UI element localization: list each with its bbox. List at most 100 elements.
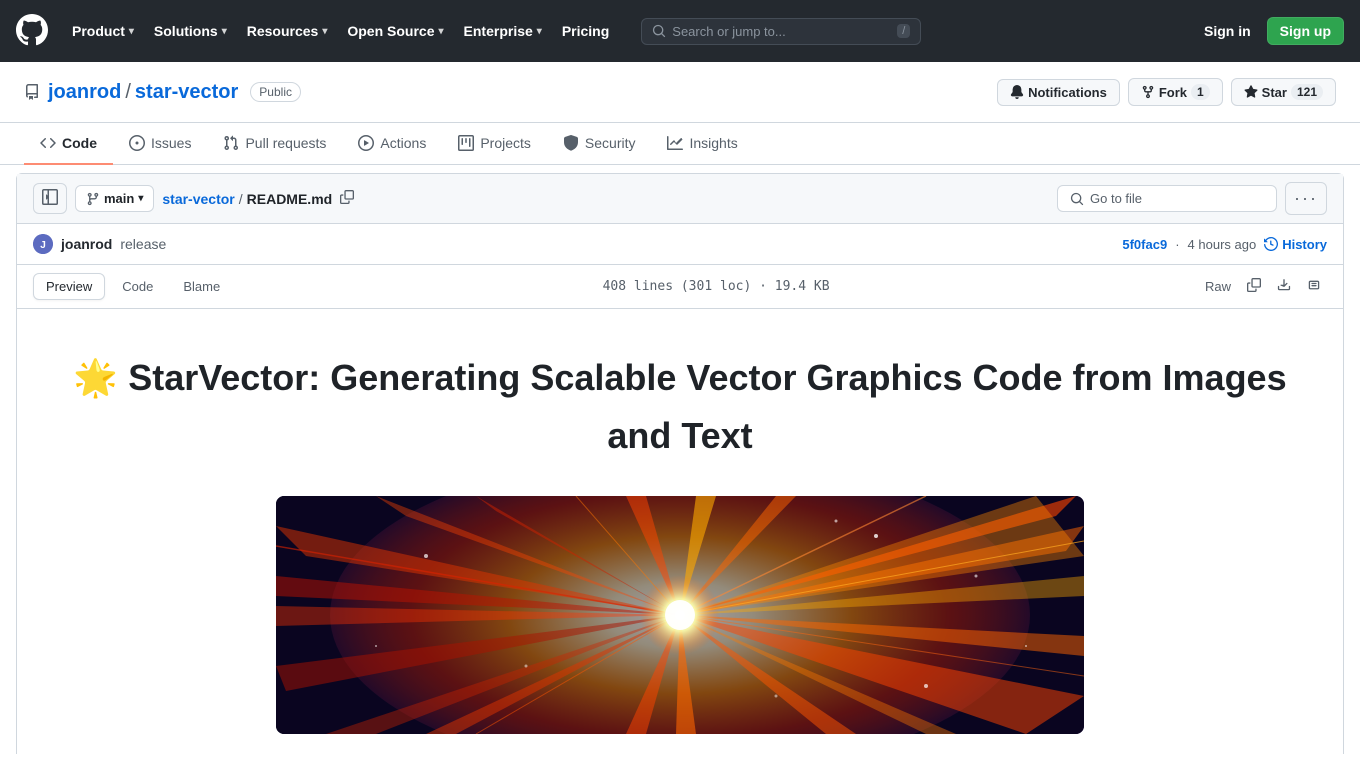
tab-security-label: Security <box>585 135 636 151</box>
tab-insights-label: Insights <box>689 135 737 151</box>
star-label: Star <box>1262 85 1287 100</box>
repo-visibility-badge: Public <box>250 82 301 102</box>
breadcrumb: joanrod / star-vector Public <box>24 81 301 104</box>
search-container[interactable]: Search or jump to... / <box>641 18 921 45</box>
history-label: History <box>1282 237 1327 252</box>
notifications-button[interactable]: Notifications <box>997 79 1120 106</box>
go-to-file-container[interactable]: Go to file <box>1057 185 1277 212</box>
branch-selector[interactable]: main ▾ <box>75 185 154 212</box>
nav-pricing-label: Pricing <box>562 23 609 39</box>
sidebar-icon <box>42 189 58 205</box>
nav-product-label: Product <box>72 23 125 39</box>
commit-time-ago: 4 hours ago <box>1188 237 1257 252</box>
copy-raw-button[interactable] <box>1241 274 1267 299</box>
code-icon <box>40 135 56 151</box>
repo-icon <box>24 84 40 100</box>
tab-code-label: Code <box>62 135 97 151</box>
file-path: star-vector / README.md <box>162 188 358 209</box>
nav-solutions[interactable]: Solutions ▾ <box>146 17 235 45</box>
github-logo[interactable] <box>16 14 48 49</box>
svg-text:J: J <box>40 240 46 251</box>
commit-hash[interactable]: 5f0fac9 <box>1122 237 1167 252</box>
nav-product-chevron: ▾ <box>129 26 134 37</box>
history-icon <box>1264 237 1278 251</box>
nav-enterprise[interactable]: Enterprise ▾ <box>456 17 550 45</box>
nav-product[interactable]: Product ▾ <box>64 17 142 45</box>
tab-actions[interactable]: Actions <box>342 123 442 165</box>
branch-name: main <box>104 191 134 206</box>
commit-author[interactable]: joanrod <box>61 236 112 252</box>
repo-tabs: Code Issues Pull requests Actions Projec… <box>0 123 1360 165</box>
outline-button[interactable] <box>1301 274 1327 299</box>
history-link[interactable]: History <box>1264 237 1327 252</box>
repo-actions: Notifications Fork 1 Star 121 <box>997 78 1336 106</box>
file-path-sep: / <box>239 191 243 207</box>
signin-button[interactable]: Sign in <box>1196 18 1259 44</box>
download-icon <box>1277 278 1291 292</box>
sidebar-toggle-button[interactable] <box>33 183 67 214</box>
fork-button[interactable]: Fork 1 <box>1128 78 1223 106</box>
code-tabs: Preview Code Blame <box>33 273 233 300</box>
nav-solutions-label: Solutions <box>154 23 218 39</box>
nav-enterprise-label: Enterprise <box>464 23 533 39</box>
repo-name[interactable]: star-vector <box>135 81 238 104</box>
tab-blame[interactable]: Blame <box>170 273 233 300</box>
file-path-filename: README.md <box>247 191 333 207</box>
go-to-file-placeholder: Go to file <box>1090 191 1142 206</box>
fork-icon <box>1141 85 1155 99</box>
nav-resources-label: Resources <box>247 23 319 39</box>
file-path-repo-link[interactable]: star-vector <box>162 191 234 207</box>
tab-preview[interactable]: Preview <box>33 273 105 300</box>
tab-code[interactable]: Code <box>24 123 113 165</box>
notifications-label: Notifications <box>1028 85 1107 100</box>
nav-enterprise-chevron: ▾ <box>537 26 542 37</box>
star-button[interactable]: Star 121 <box>1231 78 1336 106</box>
tab-security[interactable]: Security <box>547 123 652 165</box>
outline-icon <box>1307 278 1321 292</box>
commit-info-right: 5f0fac9 · 4 hours ago History <box>1122 237 1327 252</box>
nav-open-source-chevron: ▾ <box>439 26 444 37</box>
fork-count: 1 <box>1191 84 1210 100</box>
readme-content: 🌟 StarVector: Generating Scalable Vector… <box>17 309 1343 754</box>
tab-issues[interactable]: Issues <box>113 123 207 165</box>
repo-path-separator: / <box>125 81 131 104</box>
search-box[interactable]: Search or jump to... / <box>641 18 921 45</box>
signup-button[interactable]: Sign up <box>1267 17 1344 45</box>
commit-message: release <box>120 236 166 252</box>
repo-owner-link[interactable]: joanrod <box>48 81 121 104</box>
tab-pr-label: Pull requests <box>245 135 326 151</box>
tab-code-view[interactable]: Code <box>109 273 166 300</box>
download-button[interactable] <box>1271 274 1297 299</box>
file-toolbar-left: main ▾ star-vector / README.md <box>33 183 358 214</box>
main-nav: Product ▾ Solutions ▾ Resources ▾ Open S… <box>64 17 617 45</box>
tab-pull-requests[interactable]: Pull requests <box>207 123 342 165</box>
copy-path-button[interactable] <box>336 188 358 209</box>
starburst-svg <box>276 496 1084 734</box>
commit-bar: J joanrod release 5f0fac9 · 4 hours ago … <box>17 224 1343 265</box>
file-panel: main ▾ star-vector / README.md <box>16 173 1344 754</box>
nav-resources-chevron: ▾ <box>322 26 327 37</box>
nav-open-source[interactable]: Open Source ▾ <box>339 17 451 45</box>
tab-projects[interactable]: Projects <box>442 123 547 165</box>
tab-actions-label: Actions <box>380 135 426 151</box>
pr-icon <box>223 135 239 151</box>
tab-insights[interactable]: Insights <box>651 123 753 165</box>
issues-icon <box>129 135 145 151</box>
nav-pricing[interactable]: Pricing <box>554 17 617 45</box>
branch-icon <box>86 192 100 206</box>
star-icon <box>1244 85 1258 99</box>
readme-title: 🌟 StarVector: Generating Scalable Vector… <box>57 349 1303 464</box>
raw-button[interactable]: Raw <box>1199 275 1237 298</box>
copy-raw-icon <box>1247 278 1261 292</box>
code-tabs-bar: Preview Code Blame 408 lines (301 loc) ·… <box>17 265 1343 309</box>
more-options-button[interactable]: ··· <box>1285 182 1327 215</box>
star-count: 121 <box>1291 84 1323 100</box>
file-toolbar: main ▾ star-vector / README.md <box>17 174 1343 224</box>
nav-solutions-chevron: ▾ <box>222 26 227 37</box>
security-icon <box>563 135 579 151</box>
tab-projects-label: Projects <box>480 135 531 151</box>
navbar-right: Sign in Sign up <box>1196 17 1344 45</box>
nav-resources[interactable]: Resources ▾ <box>239 17 336 45</box>
main-content: main ▾ star-vector / README.md <box>0 165 1360 754</box>
readme-image-container <box>57 496 1303 734</box>
